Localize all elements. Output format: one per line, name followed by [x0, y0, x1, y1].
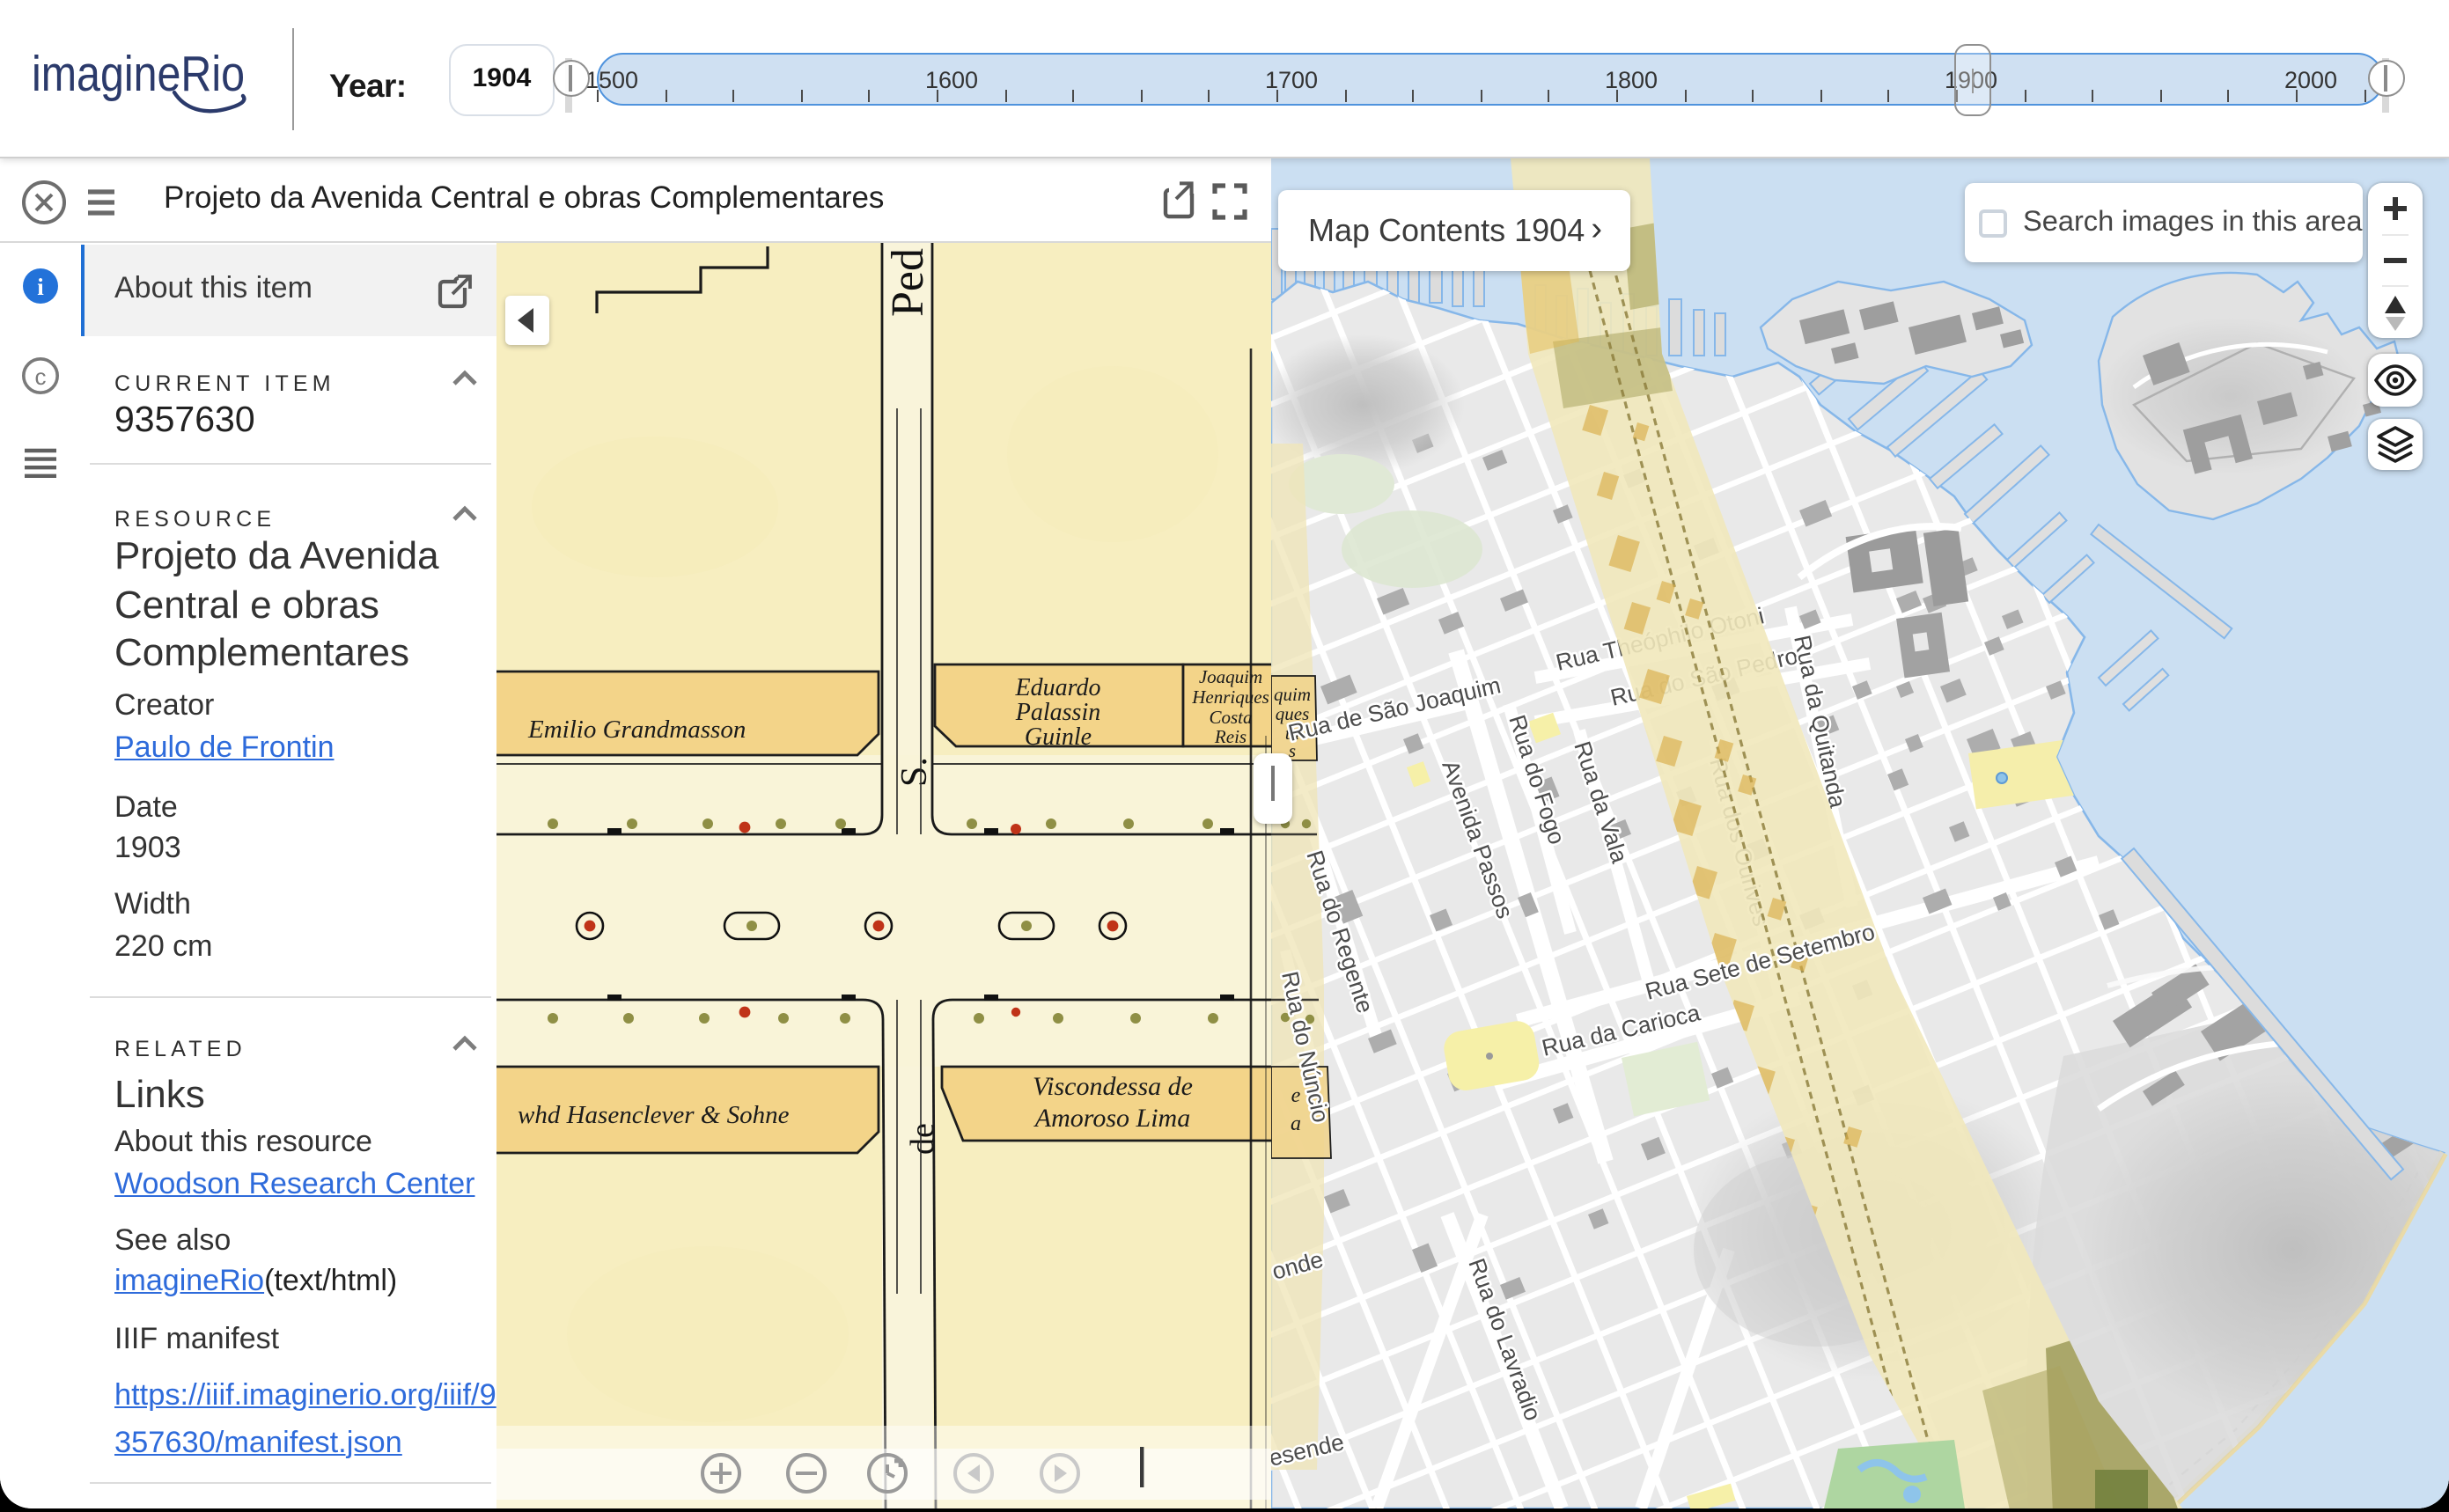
svg-text:i: i	[37, 274, 44, 300]
svg-text:whd Hasenclever & Sohne: whd Hasenclever & Sohne	[518, 1101, 790, 1129]
svg-text:Emilio Grandmasson: Emilio Grandmasson	[527, 716, 746, 744]
svg-text:Eduardo: Eduardo	[1015, 674, 1101, 701]
svg-text:Reis: Reis	[1214, 726, 1247, 747]
svg-text:S.: S.	[894, 757, 935, 787]
svg-text:Costa: Costa	[1209, 707, 1252, 728]
svg-text:quim: quim	[1274, 684, 1311, 705]
svg-text:a: a	[1291, 1112, 1301, 1135]
svg-text:Guinle: Guinle	[1025, 723, 1092, 751]
svg-text:Henriques: Henriques	[1191, 686, 1269, 708]
svg-text:imagineRio: imagineRio	[32, 46, 245, 102]
svg-text:de: de	[904, 1123, 941, 1155]
svg-text:c: c	[35, 363, 47, 390]
svg-text:Amoroso Lima: Amoroso Lima	[1033, 1104, 1190, 1133]
svg-text:Joaquim: Joaquim	[1199, 666, 1262, 687]
svg-text:Palassin: Palassin	[1015, 699, 1100, 726]
svg-text:Ped: Ped	[883, 248, 933, 317]
svg-text:Viscondessa de: Viscondessa de	[1033, 1072, 1193, 1101]
svg-text:e: e	[1291, 1084, 1301, 1107]
